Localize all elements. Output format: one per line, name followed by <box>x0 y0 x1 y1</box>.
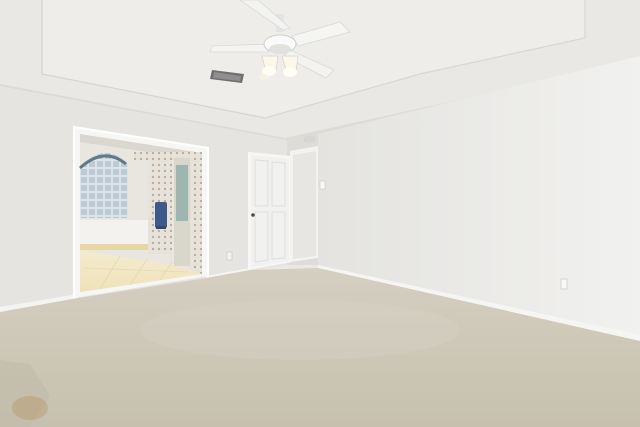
wall-outlet <box>560 278 568 290</box>
wall-outlet-left <box>226 251 233 261</box>
room-illustration <box>0 0 640 427</box>
light-switch <box>319 180 326 190</box>
wall-vent <box>305 136 315 143</box>
room-photo <box>0 0 640 427</box>
door-knob-icon <box>251 213 255 217</box>
doorway-to-bathroom <box>73 125 209 298</box>
towel <box>155 202 167 228</box>
hall-opening <box>290 146 318 262</box>
glass-block-window <box>78 152 128 218</box>
interior-door <box>248 152 292 270</box>
